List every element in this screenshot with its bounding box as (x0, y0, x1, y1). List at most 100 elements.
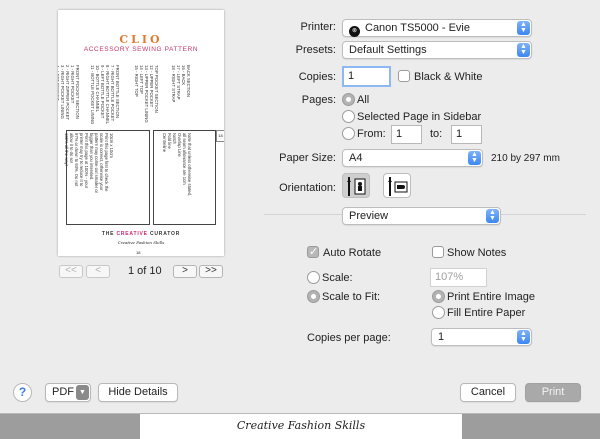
preview-column-line: 18 - RIGHT STRAP (171, 65, 176, 103)
next-page-button[interactable]: > (173, 265, 197, 278)
brand-prefix: THE (101, 231, 117, 237)
preview-column-line: FRONT BOTTLE SECTION (115, 65, 120, 118)
preview-column-1: FRONT POCKET SECTION 1 - RIGHT POCKET 2 - … (58, 65, 80, 120)
pages-selected-radio[interactable] (342, 110, 355, 123)
page-count-label: 1 of 10 (128, 265, 162, 277)
paper-size-value: A4 (349, 152, 363, 164)
section-value: Preview (349, 210, 389, 222)
preview-column-line: TOP POCKET SECTION (154, 65, 159, 113)
portrait-icon (347, 177, 366, 196)
pages-from-input[interactable]: 1 (391, 125, 422, 144)
preview-page-number: 18 (136, 250, 141, 255)
preview-column-line: 11 - BOTTLE POCKET LINING (90, 65, 95, 125)
print-entire-image-label: Print Entire Image (447, 291, 536, 303)
paper-size-label: Paper Size: (279, 152, 336, 164)
scale-input[interactable]: 107% (430, 268, 487, 287)
preview-box-line: 97% or down to 93%. Do not (74, 133, 79, 187)
orientation-label: Orientation: (279, 182, 336, 194)
preview-box-line: 100% all the way! (64, 133, 69, 166)
portrait-orientation-button[interactable] (342, 173, 370, 198)
preview-box-line: 10cm x 10cm (109, 133, 114, 158)
preview-brand-text: THE CREATIVE CURATOR (102, 231, 180, 237)
preview-title: CLIO (119, 33, 163, 46)
brand-highlight: CREATIVE (116, 231, 148, 237)
landscape-orientation-button[interactable] (383, 173, 411, 198)
cancel-button[interactable]: Cancel (460, 383, 516, 402)
printer-label: Printer: (300, 21, 336, 33)
preview-column-line: 2 - RIGHT ZIPPER POCKET (65, 65, 70, 121)
black-white-checkbox[interactable] (398, 70, 410, 82)
pages-from-label: From: (357, 128, 386, 140)
chevron-updown-icon: ▲ ▼ (517, 21, 530, 35)
pages-to-label: to: (430, 128, 443, 140)
scale-to-fit-radio[interactable] (307, 290, 320, 303)
printer-select[interactable]: ⊗ Canon TS5000 - Evie ▲ ▼ (342, 19, 532, 37)
chevron-updown-icon: ▲ ▼ (517, 43, 530, 57)
pages-all-label: All (357, 94, 370, 106)
preview-brand: THE CREATIVE CURATOR (58, 231, 224, 237)
page-preview[interactable]: CLIO ACCESSORY SEWING PATTERN FRONT POCK… (58, 10, 224, 256)
last-page-button[interactable]: >> (199, 265, 223, 278)
pages-range-radio[interactable] (342, 127, 355, 140)
previous-page-button[interactable]: < (86, 265, 110, 278)
pdf-label: PDF (52, 386, 74, 398)
preview-box-line: pattern may come out smaller or (94, 133, 99, 194)
preview-box-line: scale is correct, otherwise your (99, 133, 104, 191)
section-select[interactable]: Preview ▲ ▼ (342, 207, 501, 225)
preview-column-2: FRONT BOTTLE SECTION 7 - RIGHT BOTTLE POC… (90, 65, 120, 124)
paper-size-dimensions: 210 by 297 mm (491, 153, 560, 164)
show-notes-label: Show Notes (447, 247, 507, 259)
scale-to-fit-label: Scale to Fit: (322, 291, 381, 303)
preview-column-line: FRONT POCKET SECTION (75, 65, 80, 119)
auto-rotate-checkbox[interactable] (307, 245, 319, 258)
hide-details-button[interactable]: Hide Details (98, 383, 178, 402)
preview-scale-text: 10cm x 10cm Print this page first to chec… (64, 133, 114, 193)
paper-size-select[interactable]: A4 ▲ ▼ (342, 149, 483, 167)
preview-box-line: printer may try to reduce it to (79, 133, 84, 187)
background-document-page: Creative Fashion Skills (140, 414, 462, 439)
show-notes-checkbox[interactable] (432, 246, 444, 258)
preview-column-line: 9 - LEFT BOTTLE POCKET (100, 65, 105, 119)
pages-all-radio[interactable] (342, 93, 355, 106)
preview-box-line: Notch (172, 133, 177, 144)
background-signature: Creative Fashion Skills (236, 419, 366, 432)
help-button[interactable]: ? (13, 383, 32, 402)
copies-per-page-select[interactable]: 1 ▲ ▼ (431, 328, 532, 346)
print-button[interactable]: Print (525, 383, 581, 402)
preview-box-line: Print this page first to check the (104, 133, 109, 192)
print-entire-image-radio[interactable] (432, 290, 445, 303)
preview-box-line: Centreline (162, 133, 167, 153)
preview-column-4: BACK SECTION 16 - BACK 17 - LEFT STRAP 18 -… (171, 65, 191, 102)
copies-input[interactable]: 1 (342, 66, 391, 87)
preview-box-line: Fold line (167, 133, 172, 149)
copies-per-page-value: 1 (438, 331, 445, 343)
landscape-icon (388, 177, 408, 196)
brand-suffix: CURATOR (147, 231, 181, 237)
fill-entire-paper-radio[interactable] (432, 306, 445, 319)
preview-box-line: Print this page at 100% - your (84, 133, 89, 189)
pages-to-input[interactable]: 1 (451, 125, 482, 144)
presets-select[interactable]: Default Settings ▲ ▼ (342, 41, 532, 59)
scale-radio[interactable] (307, 271, 320, 284)
preview-notes-text: Note that unless otherwise stated, all se… (162, 133, 192, 196)
pages-selected-label: Selected Page in Sidebar (357, 111, 482, 123)
first-page-button[interactable]: << (59, 265, 83, 278)
preview-side-tab: 18 (216, 130, 224, 142)
preview-column-line: BACK SECTION (186, 65, 191, 97)
preview-column-line: 8 - RIGHT BOTTLE CHANNEL (105, 65, 110, 125)
pdf-menu-button[interactable]: PDF ▼ (45, 383, 91, 402)
fill-entire-paper-label: Fill Entire Paper (447, 307, 526, 319)
preview-column-line: 17 - LEFT STRAP (176, 65, 181, 100)
copies-per-page-label: Copies per page: (307, 332, 391, 344)
preview-column-line: 7 - RIGHT BOTTLE POCKET (110, 65, 115, 122)
preview-column-3: TOP POCKET SECTION 12 - UPPER POCKET 13 - … (134, 65, 159, 123)
printer-value: Canon TS5000 - Evie (365, 22, 470, 34)
presets-value: Default Settings (349, 44, 427, 56)
chevron-updown-icon: ▲ ▼ (517, 330, 530, 344)
preview-column-line: 13 - UPPER POCKET LINING (144, 65, 149, 123)
pages-label: Pages: (301, 94, 336, 106)
preview-box-line: Note that unless otherwise stated, (187, 133, 192, 197)
preview-column-line: 12 - UPPER POCKET (149, 65, 154, 108)
black-white-label: Black & White (414, 71, 483, 83)
preview-subtitle: ACCESSORY SEWING PATTERN (83, 46, 199, 53)
